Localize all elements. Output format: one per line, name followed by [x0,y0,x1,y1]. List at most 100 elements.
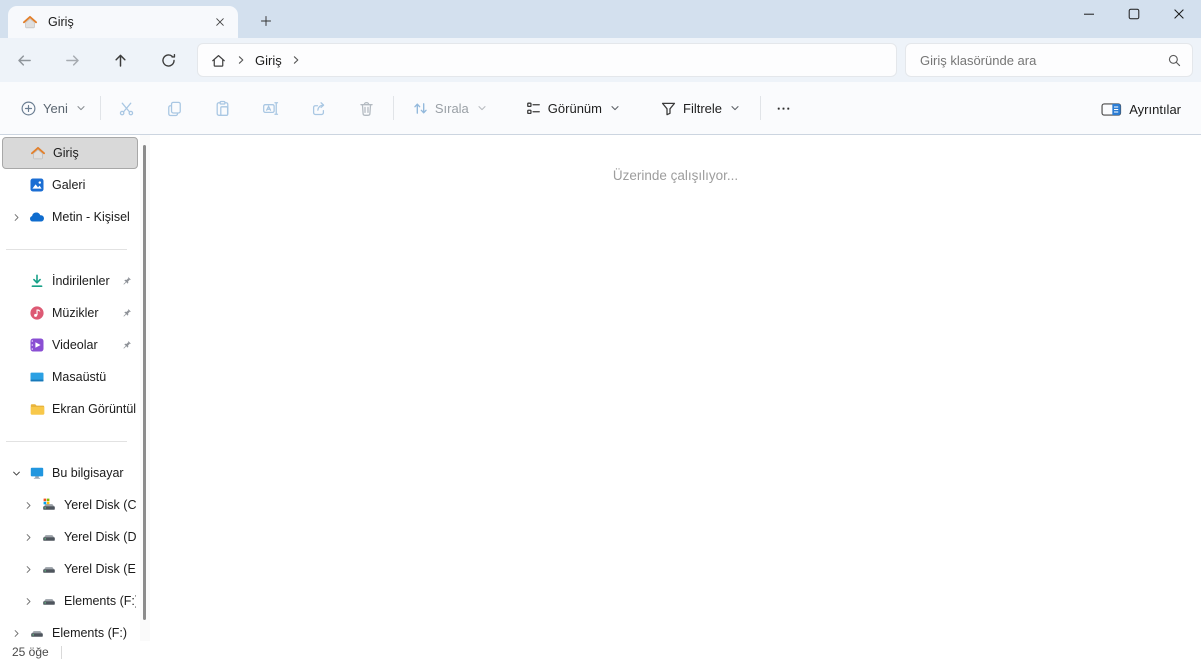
file-list-pane: Üzerinde çalışılıyor... [150,135,1201,663]
paste-button[interactable] [199,91,247,125]
details-label: Ayrıntılar [1129,101,1181,117]
breadcrumb-chevron-icon[interactable] [291,55,301,65]
sidebar-item-screenshots[interactable]: Ekran Görüntüle [2,393,138,425]
disk-icon [40,593,57,610]
command-toolbar: Yeni Sırala Görünüm Filtrele Ayrıntılar [0,82,1201,135]
details-pane-button[interactable]: Ayrıntılar [1093,92,1189,126]
sidebar-item-desktop[interactable]: Masaüstü [2,361,138,393]
toolbar-separator [99,96,101,120]
chevron-right-icon[interactable] [16,532,40,543]
pin-icon [120,339,136,352]
sidebar-divider [0,233,140,265]
tab-label: Giriş [48,15,74,29]
sidebar-item-home[interactable]: Giriş [2,137,138,169]
sidebar-item-downloads[interactable]: İndirilenler [2,265,138,297]
window-controls [1066,0,1201,28]
view-button[interactable]: Görünüm [513,91,632,125]
pin-icon [120,307,136,320]
sidebar-item-label: Masaüstü [52,370,107,384]
sidebar-item-music[interactable]: Müzikler [2,297,138,329]
copy-button[interactable] [151,91,199,125]
home-icon [29,145,46,162]
chevron-down-icon [730,103,740,113]
chevron-down-icon [610,103,620,113]
sidebar-item-label: Metin - Kişisel [52,210,130,224]
chevron-right-icon[interactable] [16,596,40,607]
disk-icon [40,561,57,578]
sidebar-item-label: İndirilenler [52,274,110,288]
maximize-button[interactable] [1111,0,1156,28]
search-box [905,43,1193,77]
new-tab-button[interactable] [253,8,279,34]
view-label: Görünüm [547,100,602,116]
chevron-down-icon [477,103,487,113]
new-plus-icon [20,100,37,117]
breadcrumb-item[interactable]: Giriş [255,53,282,68]
cut-button[interactable] [103,91,151,125]
sidebar-item-label: Elements (F:) [52,626,128,640]
sidebar-item-this-pc[interactable]: Bu bilgisayar [2,457,138,489]
sidebar-item-disk-c[interactable]: Yerel Disk (C:) [2,489,138,521]
navigation-bar: Giriş [0,38,1201,82]
gallery-icon [28,177,45,194]
back-button[interactable] [8,44,40,76]
chevron-right-icon[interactable] [16,500,40,511]
refresh-button[interactable] [152,44,184,76]
more-options-button[interactable] [763,91,803,125]
pin-icon [120,275,136,288]
sidebar-item-label: Videolar [52,338,98,352]
sidebar-item-disk-d[interactable]: Yerel Disk (D:) [2,521,138,553]
sort-arrows-icon [412,100,429,117]
close-button[interactable] [1156,0,1201,28]
chevron-right-icon[interactable] [4,212,28,223]
sidebar-divider [0,425,140,457]
sidebar-item-videos[interactable]: Videolar [2,329,138,361]
scrollbar-thumb[interactable] [143,145,146,620]
status-bar: 25 öğe [0,641,1201,663]
chevron-right-icon[interactable] [4,628,28,639]
view-list-icon [525,100,542,117]
sort-label: Sırala [434,100,469,116]
status-separator [60,645,62,659]
share-button[interactable] [295,91,343,125]
videos-icon [28,337,45,354]
disk-icon [40,529,57,546]
up-button[interactable] [104,44,136,76]
content-area: Giriş Galeri Metin - Kişisel İndirilenle… [0,135,1201,663]
desktop-icon [28,369,45,386]
breadcrumb-chevron-icon[interactable] [236,55,246,65]
delete-button[interactable] [343,91,391,125]
home-icon [22,14,38,30]
sidebar-item-label: Giriş [53,146,79,160]
sort-button[interactable]: Sırala [400,91,499,125]
sidebar-item-gallery[interactable]: Galeri [2,169,138,201]
sidebar-item-label: Elements (F:) [64,594,136,608]
details-pane-icon [1101,101,1122,118]
navigation-pane: Giriş Galeri Metin - Kişisel İndirilenle… [0,135,140,663]
explorer-tab[interactable]: Giriş [8,6,238,38]
file-explorer-window: Giriş Giriş Giriş klasöründe ara Yeni Sı… [0,0,1201,663]
address-bar[interactable]: Giriş [197,43,897,77]
filter-button[interactable]: Filtrele [648,91,752,125]
chevron-down-icon[interactable] [4,468,28,479]
sidebar-item-label: Ekran Görüntüle [52,402,136,416]
computer-icon [28,465,45,482]
sidebar-item-label: Galeri [52,178,86,192]
new-label: Yeni [43,100,68,116]
toolbar-separator [392,96,394,120]
folder-icon [28,401,45,418]
search-icon[interactable] [1167,53,1182,68]
breadcrumb-home-icon[interactable] [210,52,227,69]
sidebar-scrollbar[interactable] [140,135,150,663]
sidebar-item-onedrive[interactable]: Metin - Kişisel [2,201,138,233]
forward-button[interactable] [56,44,88,76]
new-button[interactable]: Yeni [8,91,98,125]
sidebar-item-label: Bu bilgisayar [52,466,124,480]
minimize-button[interactable] [1066,0,1111,28]
tab-close-icon[interactable] [208,10,232,34]
chevron-right-icon[interactable] [16,564,40,575]
sidebar-item-elements-f[interactable]: Elements (F:) [2,585,138,617]
sidebar-item-disk-e[interactable]: Yerel Disk (E:) [2,553,138,585]
rename-button[interactable] [247,91,295,125]
search-input[interactable] [918,51,1167,69]
